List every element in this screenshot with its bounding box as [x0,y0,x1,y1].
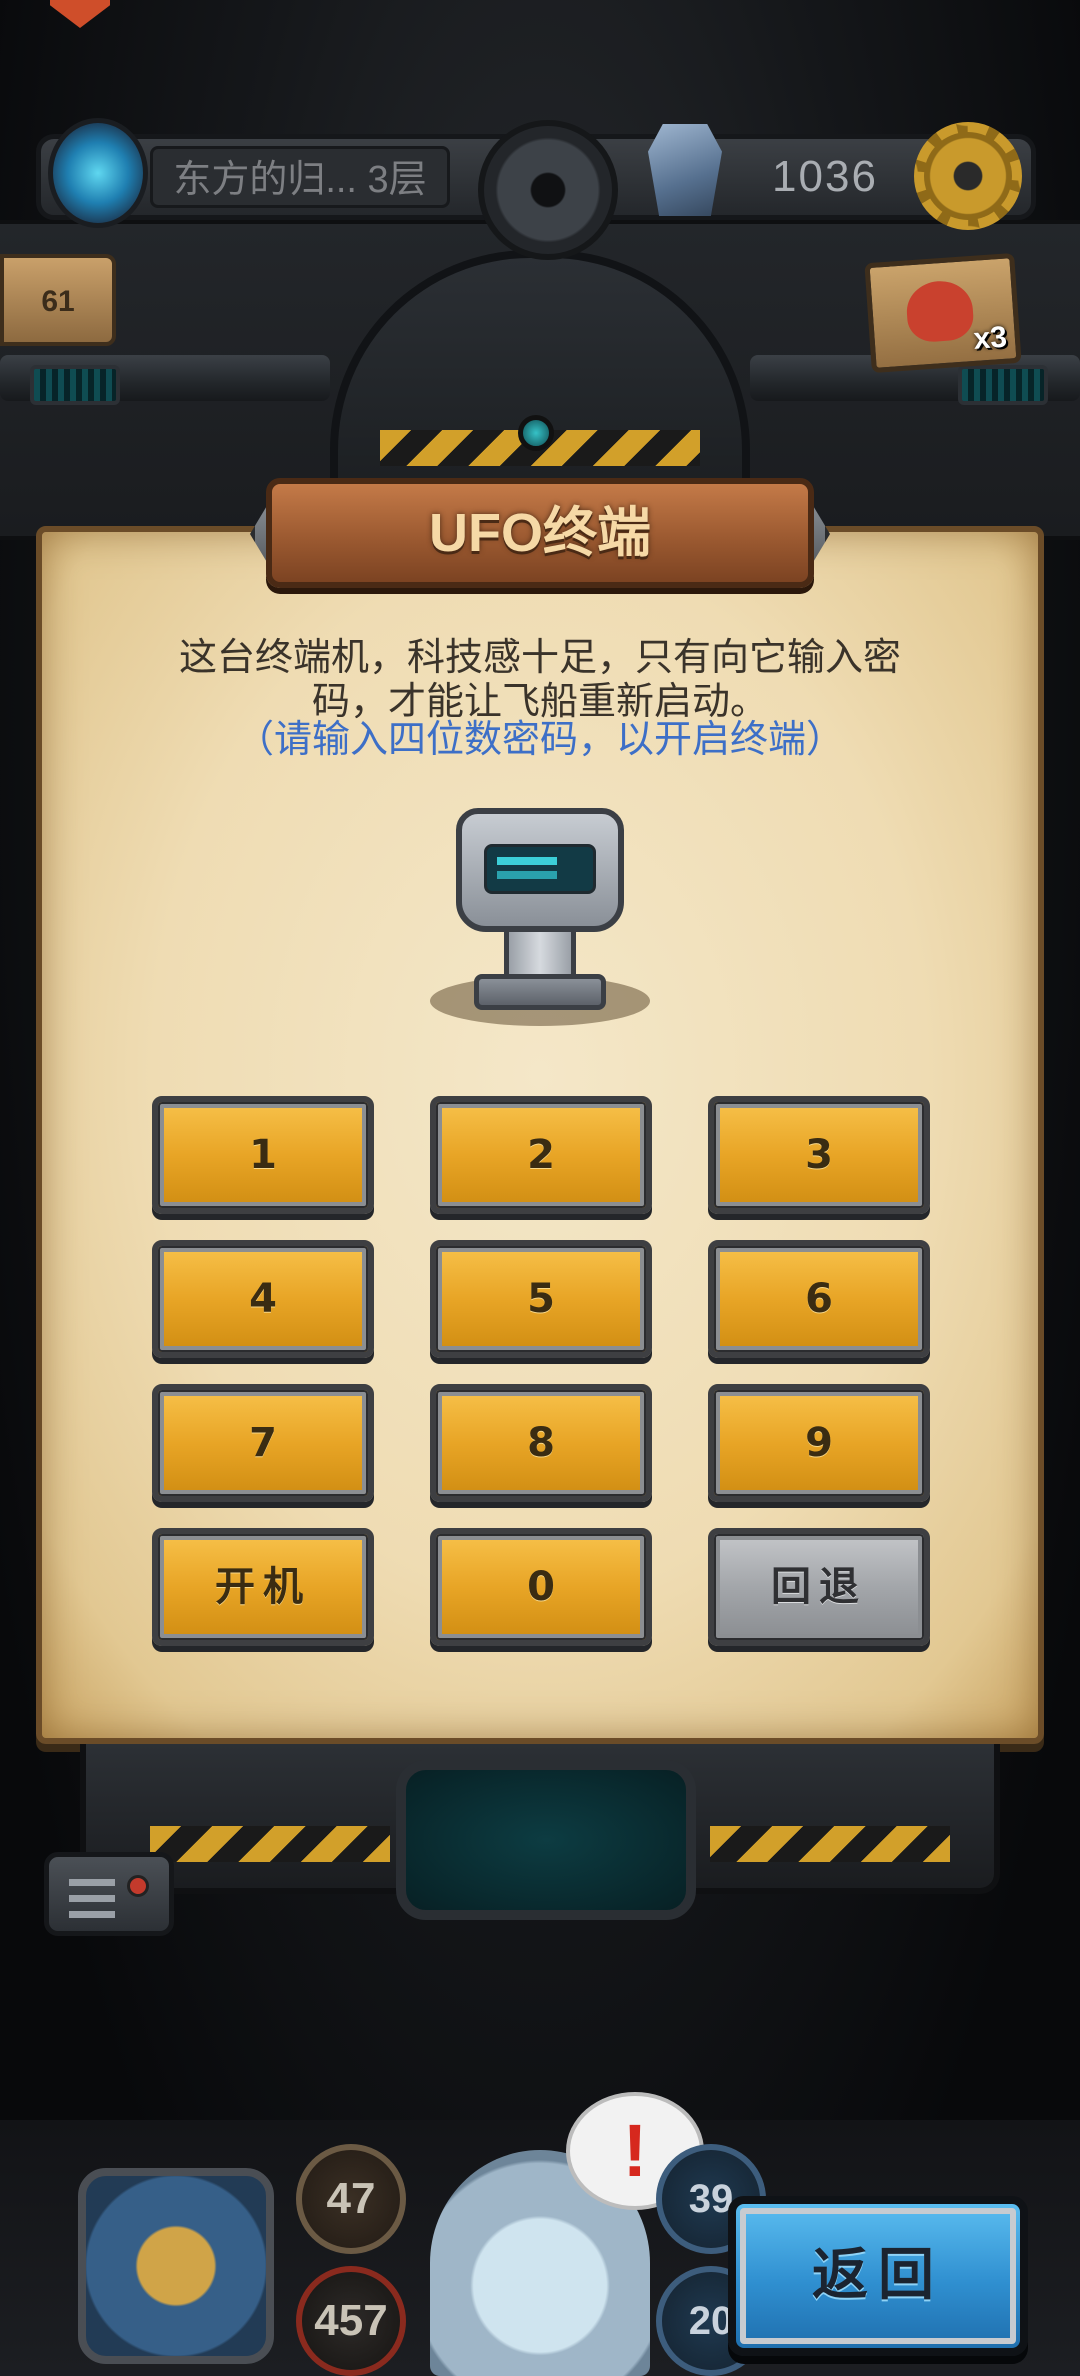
dialog-title: UFO终端 [429,503,651,563]
attack-stat: 47 [296,2144,406,2254]
key-7[interactable]: 7 [152,1384,374,1502]
hazard-stripe-left [150,1826,390,1862]
terminal-head [456,808,624,932]
side-badge[interactable]: 61 [0,254,116,346]
fox-icon [904,278,975,344]
hazard-stripe-right [710,1826,950,1862]
portal-icon[interactable] [48,118,148,228]
key-1[interactable]: 1 [152,1096,374,1214]
terminal-screen [484,844,596,894]
dial-icon [478,120,618,260]
key-9[interactable]: 9 [708,1384,930,1502]
right-vent [958,365,1048,405]
menu-button[interactable] [44,1852,174,1936]
menu-line-icon [69,1879,115,1886]
menu-alert-dot-icon [127,1875,149,1897]
key-3[interactable]: 3 [708,1096,930,1214]
menu-line-icon [69,1911,115,1918]
key-8[interactable]: 8 [430,1384,652,1502]
ufo-terminal-icon [430,808,650,1026]
compass-avatar-icon[interactable] [78,2168,274,2364]
menu-line-icon [69,1895,115,1902]
fox-badge[interactable]: x3 [864,252,1022,374]
dialog-hint: （请输入四位数密码，以开启终端） [235,719,844,761]
fox-count: x3 [972,320,1008,356]
dialog-description: 这台终端机，科技感十足，只有向它输入密 码，才能让飞船重新启动。 [130,636,950,724]
gem-icon [648,124,722,216]
key-0[interactable]: 0 [430,1528,652,1646]
floor-label: 东方的归... 3层 [150,146,450,208]
key-4[interactable]: 4 [152,1240,374,1358]
hp-stat: 457 [296,2266,406,2376]
key-2[interactable]: 2 [430,1096,652,1214]
side-badge-value: 61 [41,285,75,318]
settings-gear-icon[interactable] [914,122,1022,230]
console-screen [396,1760,696,1920]
door-lamp-icon [518,415,554,451]
power-on-button[interactable]: 开机 [152,1528,374,1646]
backspace-button[interactable]: 回退 [708,1528,930,1646]
terminal-base [474,974,606,1010]
key-5[interactable]: 5 [430,1240,652,1358]
key-6[interactable]: 6 [708,1240,930,1358]
gold-amount: 1036 [772,152,878,201]
back-button[interactable]: 返回 [728,2196,1028,2356]
left-vent [30,365,120,405]
description-line-1: 这台终端机，科技感十足，只有向它输入密 [178,637,901,679]
